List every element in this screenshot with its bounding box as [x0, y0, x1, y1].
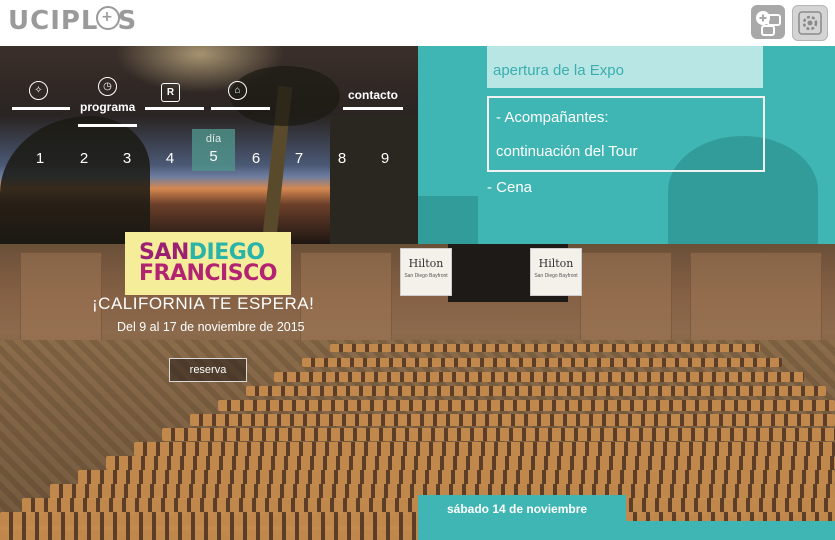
chair-row [134, 442, 835, 456]
day-3[interactable]: 3 [117, 150, 137, 167]
chair-row [162, 428, 835, 441]
schedule-item-cena: - Cena [487, 179, 533, 196]
active-day-number: 5 [209, 148, 218, 165]
nav-underline-2 [78, 124, 137, 127]
r-icon[interactable]: R [161, 83, 180, 102]
day-1[interactable]: 1 [30, 150, 50, 167]
nav-underline-3 [145, 107, 204, 110]
chair-row [190, 414, 835, 426]
schedule-item-expo: apertura de la Expo [487, 46, 763, 88]
chair-row [302, 358, 782, 367]
chair-row [274, 372, 804, 382]
day-6[interactable]: 6 [246, 150, 266, 167]
bottom-teal-strip [418, 521, 835, 540]
speaker-stack [330, 116, 418, 244]
banner-title: Hilton [538, 257, 574, 270]
chat-add-button[interactable] [751, 5, 785, 39]
panel-deco [418, 196, 478, 244]
compass-icon[interactable]: ✧ [29, 81, 48, 100]
wall-panel [20, 252, 102, 344]
palm-foliage-center [230, 66, 340, 126]
hilton-banner-left: Hilton San Diego Bayfront [400, 248, 452, 296]
app-logo[interactable]: UCIPL + S [8, 6, 137, 36]
gear-icon [798, 11, 822, 35]
day-label: día [205, 133, 222, 145]
chair-row [218, 400, 835, 412]
day-8[interactable]: 8 [332, 150, 352, 167]
chair-row [330, 344, 760, 352]
top-bar: UCIPL + S [0, 0, 835, 46]
chair-row [106, 456, 835, 471]
wall-panel [690, 252, 822, 344]
current-date: sábado 14 de noviembre [447, 502, 588, 516]
date-bar: sábado 14 de noviembre [418, 495, 626, 521]
day-4[interactable]: 4 [160, 150, 180, 167]
house-icon[interactable]: ⌂ [228, 81, 247, 100]
wall-panel [580, 252, 672, 344]
logo-text-left: UCIPL [8, 6, 99, 36]
promo-dates: Del 9 al 17 de noviembre de 2015 [117, 320, 305, 334]
day-9[interactable]: 9 [375, 150, 395, 167]
chair-row [246, 386, 826, 397]
nav-underline-5 [343, 107, 403, 110]
hilton-banner-right: Hilton San Diego Bayfront [530, 248, 582, 296]
nav-underline-1 [12, 107, 70, 110]
schedule-item-expo-text: apertura de la Expo [493, 62, 624, 79]
nav-contacto[interactable]: contacto [348, 88, 398, 102]
settings-button[interactable] [792, 5, 828, 41]
nav-programa[interactable]: programa [80, 100, 135, 114]
day-2[interactable]: 2 [74, 150, 94, 167]
schedule-item-tour-line2: continuación del Tour [496, 143, 638, 160]
clock-icon[interactable]: ◷ [98, 77, 117, 96]
schedule-item-tour-line1: - Acompañantes: [496, 109, 609, 126]
reserva-button[interactable]: reserva [169, 358, 247, 382]
banner-sub: San Diego Bayfront [534, 273, 578, 279]
chair-row [78, 470, 835, 486]
logo-plus: + [95, 6, 120, 30]
banner-sub: San Diego Bayfront [404, 273, 448, 279]
day-7[interactable]: 7 [289, 150, 309, 167]
chat-add-icon [756, 11, 781, 36]
sandiego-francisco-logo: SANDIEGO FRANCISCO [125, 232, 291, 295]
logo-text-right: S [117, 6, 138, 36]
promo-tagline: ¡CALIFORNIA TE ESPERA! [92, 294, 315, 313]
schedule-panel: apertura de la Expo - Acompañantes: cont… [418, 46, 835, 244]
schedule-item-tour: - Acompañantes: continuación del Tour [487, 96, 765, 172]
palm-foliage-left [0, 116, 150, 244]
nav-underline-4 [211, 107, 270, 110]
banner-title: Hilton [408, 257, 444, 270]
day-5-active[interactable]: día 5 [192, 129, 235, 171]
logo-francisco: FRANCISCO [139, 261, 277, 286]
